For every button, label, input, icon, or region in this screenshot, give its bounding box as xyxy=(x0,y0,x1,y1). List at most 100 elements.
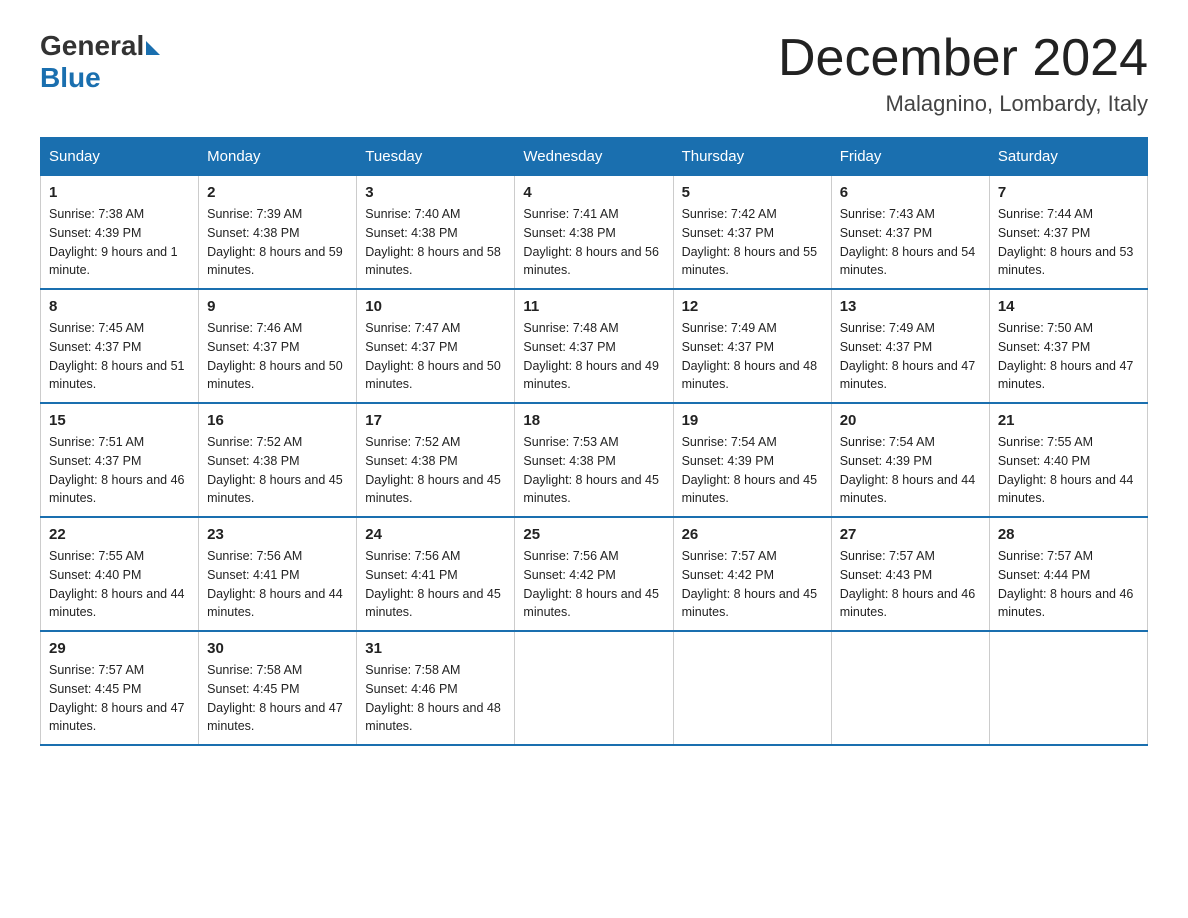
day-number: 18 xyxy=(523,412,664,429)
day-info: Sunrise: 7:58 AMSunset: 4:46 PMDaylight:… xyxy=(365,661,506,736)
table-row: 2 Sunrise: 7:39 AMSunset: 4:38 PMDayligh… xyxy=(199,176,357,290)
day-info: Sunrise: 7:57 AMSunset: 4:45 PMDaylight:… xyxy=(49,661,190,736)
day-info: Sunrise: 7:55 AMSunset: 4:40 PMDaylight:… xyxy=(49,547,190,622)
day-number: 29 xyxy=(49,640,190,657)
day-number: 30 xyxy=(207,640,348,657)
col-tuesday: Tuesday xyxy=(357,138,515,176)
table-row xyxy=(989,631,1147,745)
day-number: 3 xyxy=(365,184,506,201)
month-title: December 2024 xyxy=(778,30,1148,87)
logo-arrow-icon xyxy=(146,41,160,55)
day-number: 16 xyxy=(207,412,348,429)
table-row: 25 Sunrise: 7:56 AMSunset: 4:42 PMDaylig… xyxy=(515,517,673,631)
day-info: Sunrise: 7:54 AMSunset: 4:39 PMDaylight:… xyxy=(840,433,981,508)
table-row: 13 Sunrise: 7:49 AMSunset: 4:37 PMDaylig… xyxy=(831,289,989,403)
table-row: 1 Sunrise: 7:38 AMSunset: 4:39 PMDayligh… xyxy=(41,176,199,290)
day-number: 19 xyxy=(682,412,823,429)
col-wednesday: Wednesday xyxy=(515,138,673,176)
table-row: 31 Sunrise: 7:58 AMSunset: 4:46 PMDaylig… xyxy=(357,631,515,745)
calendar-body: 1 Sunrise: 7:38 AMSunset: 4:39 PMDayligh… xyxy=(41,176,1148,746)
day-info: Sunrise: 7:39 AMSunset: 4:38 PMDaylight:… xyxy=(207,205,348,280)
day-info: Sunrise: 7:44 AMSunset: 4:37 PMDaylight:… xyxy=(998,205,1139,280)
day-number: 9 xyxy=(207,298,348,315)
day-info: Sunrise: 7:54 AMSunset: 4:39 PMDaylight:… xyxy=(682,433,823,508)
title-area: December 2024 Malagnino, Lombardy, Italy xyxy=(778,30,1148,117)
table-row: 11 Sunrise: 7:48 AMSunset: 4:37 PMDaylig… xyxy=(515,289,673,403)
location: Malagnino, Lombardy, Italy xyxy=(778,91,1148,117)
day-info: Sunrise: 7:57 AMSunset: 4:43 PMDaylight:… xyxy=(840,547,981,622)
col-saturday: Saturday xyxy=(989,138,1147,176)
day-info: Sunrise: 7:49 AMSunset: 4:37 PMDaylight:… xyxy=(840,319,981,394)
day-number: 10 xyxy=(365,298,506,315)
day-number: 24 xyxy=(365,526,506,543)
table-row: 15 Sunrise: 7:51 AMSunset: 4:37 PMDaylig… xyxy=(41,403,199,517)
day-number: 22 xyxy=(49,526,190,543)
day-number: 14 xyxy=(998,298,1139,315)
day-info: Sunrise: 7:41 AMSunset: 4:38 PMDaylight:… xyxy=(523,205,664,280)
table-row: 27 Sunrise: 7:57 AMSunset: 4:43 PMDaylig… xyxy=(831,517,989,631)
logo-general-text: General xyxy=(40,30,144,62)
page-header: General Blue December 2024 Malagnino, Lo… xyxy=(40,30,1148,117)
day-info: Sunrise: 7:56 AMSunset: 4:41 PMDaylight:… xyxy=(207,547,348,622)
table-row: 10 Sunrise: 7:47 AMSunset: 4:37 PMDaylig… xyxy=(357,289,515,403)
col-thursday: Thursday xyxy=(673,138,831,176)
calendar-week-1: 1 Sunrise: 7:38 AMSunset: 4:39 PMDayligh… xyxy=(41,176,1148,290)
table-row: 14 Sunrise: 7:50 AMSunset: 4:37 PMDaylig… xyxy=(989,289,1147,403)
day-info: Sunrise: 7:52 AMSunset: 4:38 PMDaylight:… xyxy=(365,433,506,508)
table-row: 3 Sunrise: 7:40 AMSunset: 4:38 PMDayligh… xyxy=(357,176,515,290)
day-info: Sunrise: 7:48 AMSunset: 4:37 PMDaylight:… xyxy=(523,319,664,394)
day-number: 7 xyxy=(998,184,1139,201)
day-info: Sunrise: 7:47 AMSunset: 4:37 PMDaylight:… xyxy=(365,319,506,394)
day-info: Sunrise: 7:40 AMSunset: 4:38 PMDaylight:… xyxy=(365,205,506,280)
day-info: Sunrise: 7:50 AMSunset: 4:37 PMDaylight:… xyxy=(998,319,1139,394)
table-row: 9 Sunrise: 7:46 AMSunset: 4:37 PMDayligh… xyxy=(199,289,357,403)
col-monday: Monday xyxy=(199,138,357,176)
table-row: 29 Sunrise: 7:57 AMSunset: 4:45 PMDaylig… xyxy=(41,631,199,745)
day-number: 26 xyxy=(682,526,823,543)
day-number: 31 xyxy=(365,640,506,657)
day-number: 27 xyxy=(840,526,981,543)
table-row: 19 Sunrise: 7:54 AMSunset: 4:39 PMDaylig… xyxy=(673,403,831,517)
calendar-week-4: 22 Sunrise: 7:55 AMSunset: 4:40 PMDaylig… xyxy=(41,517,1148,631)
day-number: 5 xyxy=(682,184,823,201)
day-info: Sunrise: 7:55 AMSunset: 4:40 PMDaylight:… xyxy=(998,433,1139,508)
day-info: Sunrise: 7:43 AMSunset: 4:37 PMDaylight:… xyxy=(840,205,981,280)
table-row: 18 Sunrise: 7:53 AMSunset: 4:38 PMDaylig… xyxy=(515,403,673,517)
day-number: 11 xyxy=(523,298,664,315)
table-row: 24 Sunrise: 7:56 AMSunset: 4:41 PMDaylig… xyxy=(357,517,515,631)
day-info: Sunrise: 7:51 AMSunset: 4:37 PMDaylight:… xyxy=(49,433,190,508)
table-row: 23 Sunrise: 7:56 AMSunset: 4:41 PMDaylig… xyxy=(199,517,357,631)
table-row: 17 Sunrise: 7:52 AMSunset: 4:38 PMDaylig… xyxy=(357,403,515,517)
table-row: 22 Sunrise: 7:55 AMSunset: 4:40 PMDaylig… xyxy=(41,517,199,631)
logo-blue-text: Blue xyxy=(40,62,101,94)
table-row: 7 Sunrise: 7:44 AMSunset: 4:37 PMDayligh… xyxy=(989,176,1147,290)
day-info: Sunrise: 7:53 AMSunset: 4:38 PMDaylight:… xyxy=(523,433,664,508)
day-info: Sunrise: 7:56 AMSunset: 4:42 PMDaylight:… xyxy=(523,547,664,622)
day-number: 23 xyxy=(207,526,348,543)
table-row: 16 Sunrise: 7:52 AMSunset: 4:38 PMDaylig… xyxy=(199,403,357,517)
day-number: 21 xyxy=(998,412,1139,429)
logo: General Blue xyxy=(40,30,160,94)
header-row: Sunday Monday Tuesday Wednesday Thursday… xyxy=(41,138,1148,176)
day-number: 2 xyxy=(207,184,348,201)
day-number: 1 xyxy=(49,184,190,201)
table-row: 5 Sunrise: 7:42 AMSunset: 4:37 PMDayligh… xyxy=(673,176,831,290)
calendar-header: Sunday Monday Tuesday Wednesday Thursday… xyxy=(41,138,1148,176)
col-friday: Friday xyxy=(831,138,989,176)
table-row: 20 Sunrise: 7:54 AMSunset: 4:39 PMDaylig… xyxy=(831,403,989,517)
calendar-week-3: 15 Sunrise: 7:51 AMSunset: 4:37 PMDaylig… xyxy=(41,403,1148,517)
day-number: 12 xyxy=(682,298,823,315)
day-number: 4 xyxy=(523,184,664,201)
day-number: 25 xyxy=(523,526,664,543)
day-info: Sunrise: 7:38 AMSunset: 4:39 PMDaylight:… xyxy=(49,205,190,280)
table-row xyxy=(831,631,989,745)
day-number: 17 xyxy=(365,412,506,429)
day-number: 15 xyxy=(49,412,190,429)
table-row: 8 Sunrise: 7:45 AMSunset: 4:37 PMDayligh… xyxy=(41,289,199,403)
table-row: 26 Sunrise: 7:57 AMSunset: 4:42 PMDaylig… xyxy=(673,517,831,631)
day-info: Sunrise: 7:42 AMSunset: 4:37 PMDaylight:… xyxy=(682,205,823,280)
day-info: Sunrise: 7:49 AMSunset: 4:37 PMDaylight:… xyxy=(682,319,823,394)
table-row: 4 Sunrise: 7:41 AMSunset: 4:38 PMDayligh… xyxy=(515,176,673,290)
calendar-week-2: 8 Sunrise: 7:45 AMSunset: 4:37 PMDayligh… xyxy=(41,289,1148,403)
table-row xyxy=(515,631,673,745)
